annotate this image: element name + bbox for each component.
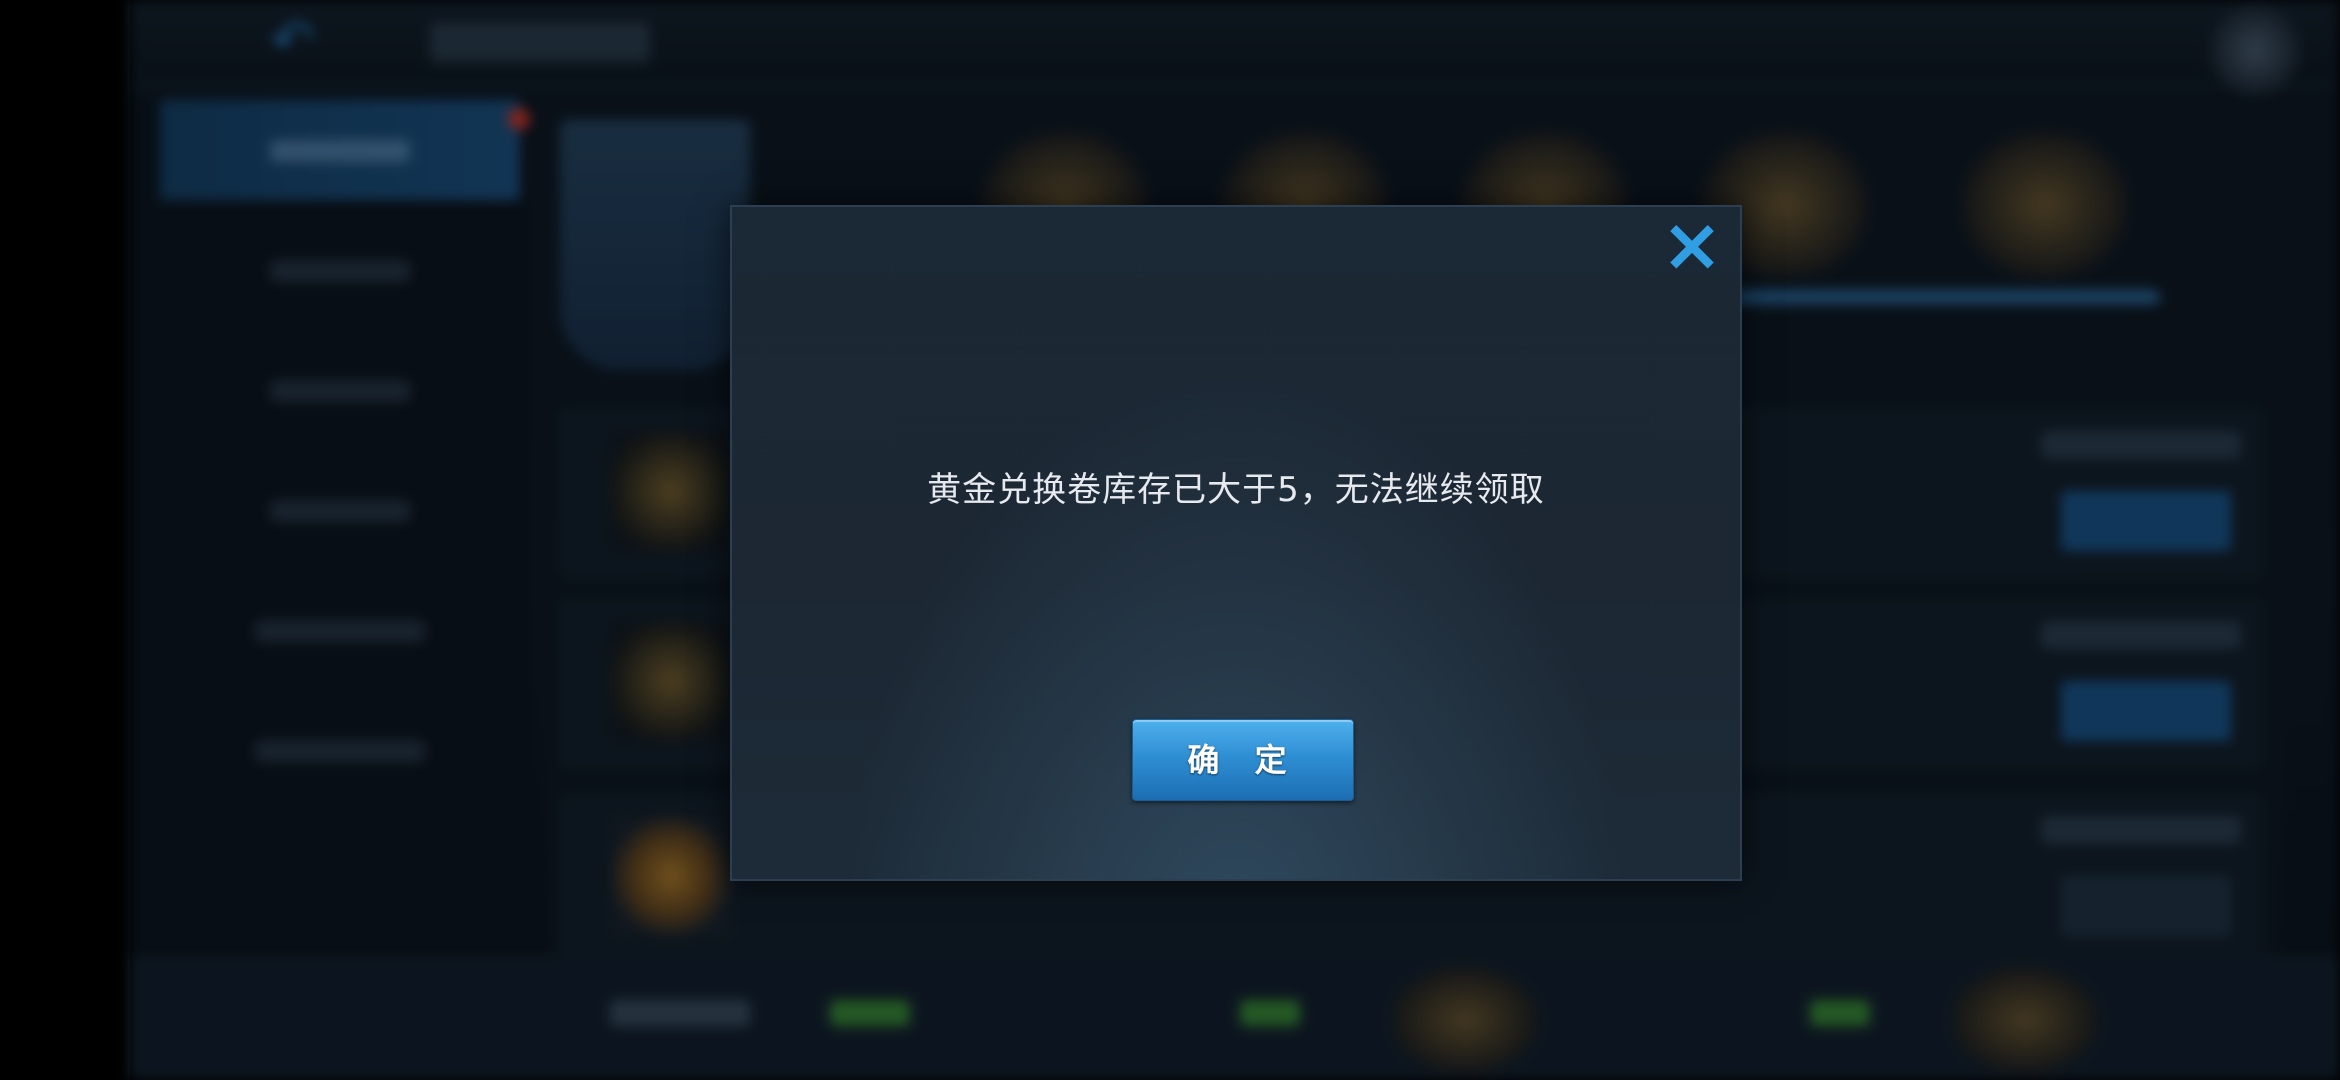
- screen: ↶ × 黄金兑换卷库存已大于5，无法继续领取 确 定: [0, 0, 2340, 1080]
- alert-dialog: × 黄金兑换卷库存已大于5，无法继续领取 确 定: [730, 205, 1742, 881]
- dialog-message: 黄金兑换卷库存已大于5，无法继续领取: [927, 470, 1545, 510]
- confirm-button[interactable]: 确 定: [1132, 719, 1354, 801]
- close-icon[interactable]: ×: [1660, 208, 1724, 282]
